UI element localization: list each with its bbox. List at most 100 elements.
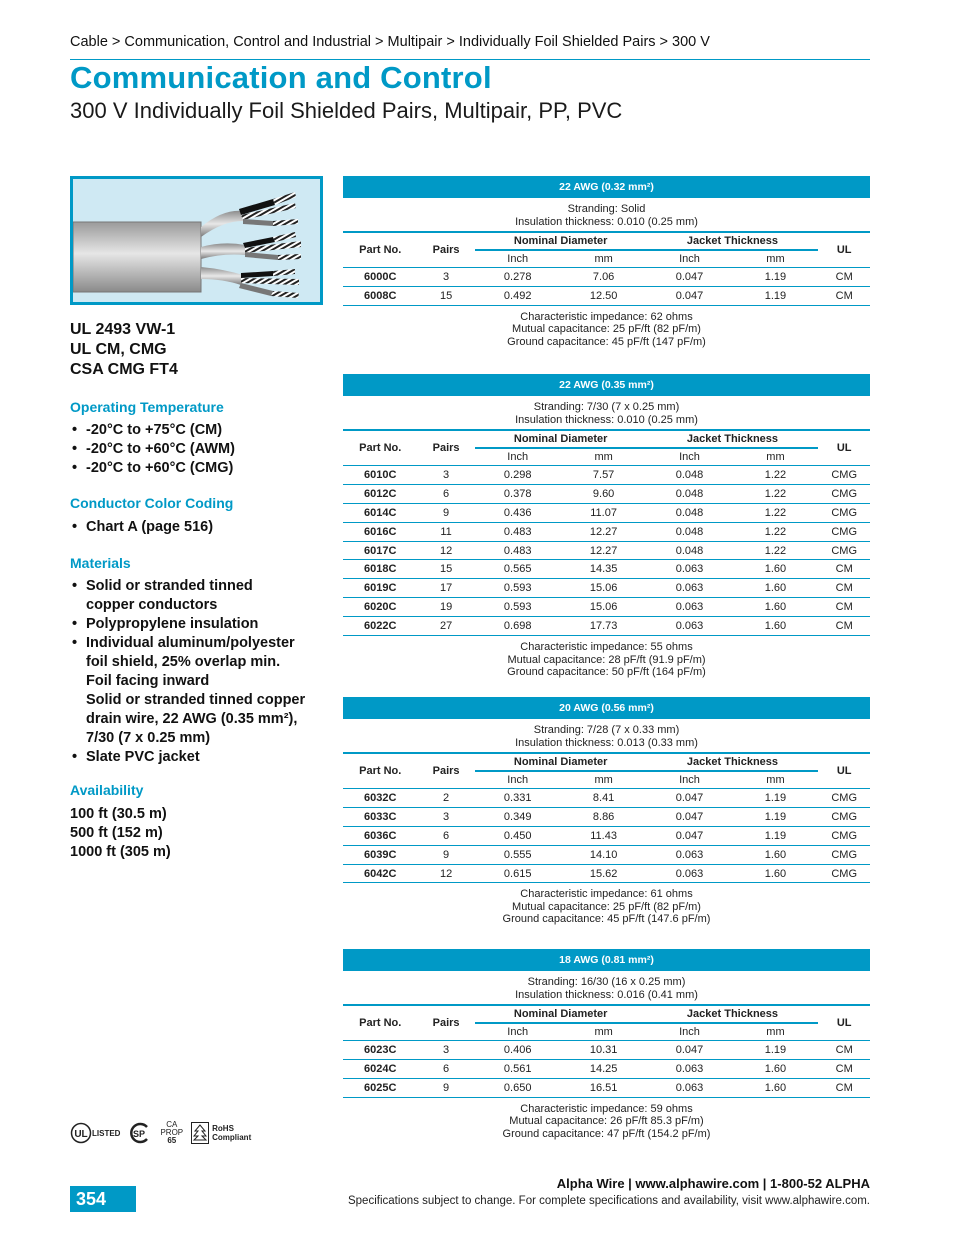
col-header-part-no: Part No. bbox=[343, 1004, 418, 1041]
table-row: 6008C 15 0.492 12.50 0.047 1.19 CM bbox=[343, 286, 870, 306]
cell-jacket-mm: 1.19 bbox=[732, 826, 819, 846]
cell-jacket-inch: 0.047 bbox=[646, 826, 733, 846]
cell-diameter-inch: 0.331 bbox=[474, 788, 561, 808]
spec-table: Part No. Pairs Nominal Diameter Jacket Thic… bbox=[343, 429, 870, 637]
rohs-line: Compliant bbox=[212, 1133, 252, 1142]
table-row: 6000C 3 0.278 7.06 0.047 1.19 CM bbox=[343, 267, 870, 287]
svg-text:UL: UL bbox=[74, 1129, 87, 1140]
cell-diameter-inch: 0.492 bbox=[474, 286, 561, 306]
cell-diameter-mm: 9.60 bbox=[560, 484, 647, 504]
spec-table-block: 20 AWG (0.56 mm²) Stranding: 7/28 (7 x 0.… bbox=[343, 697, 870, 926]
cell-jacket-mm: 1.22 bbox=[732, 541, 819, 561]
rohs-line: RoHS bbox=[212, 1124, 234, 1133]
list-item: -20°C to +75°C (CM) bbox=[70, 421, 335, 440]
cell-diameter-mm: 15.06 bbox=[560, 597, 647, 618]
cell-jacket-mm: 1.60 bbox=[732, 1059, 819, 1079]
cell-part-no: 6019C bbox=[343, 578, 418, 599]
availability-item: 100 ft (30.5 m) bbox=[70, 806, 167, 822]
csa-icon: SP bbox=[130, 1122, 149, 1144]
page-number: 354 bbox=[70, 1186, 136, 1212]
table-row: 6017C 12 0.483 12.27 0.048 1.22 CMG bbox=[343, 541, 870, 561]
cell-diameter-mm: 11.07 bbox=[560, 503, 647, 523]
cell-diameter-inch: 0.406 bbox=[474, 1040, 561, 1060]
cell-part-no: 6018C bbox=[343, 559, 418, 580]
cell-ul-rating: CM bbox=[818, 1059, 870, 1079]
cell-jacket-mm: 1.22 bbox=[732, 484, 819, 504]
col-subheader-mm: mm bbox=[732, 250, 819, 268]
col-subheader-mm: mm bbox=[732, 771, 819, 789]
cell-part-no: 6016C bbox=[343, 522, 418, 542]
cell-pairs: 3 bbox=[417, 1040, 475, 1060]
cell-diameter-inch: 0.593 bbox=[474, 597, 561, 618]
page-title: Communication and Control bbox=[70, 60, 492, 95]
cell-pairs: 15 bbox=[417, 286, 475, 306]
cable-product-image bbox=[70, 176, 323, 305]
electrical-note: Characteristic impedance: 59 ohms bbox=[520, 1102, 693, 1115]
col-header-nominal-diameter: Nominal Diameter bbox=[474, 429, 647, 449]
cell-diameter-mm: 14.25 bbox=[560, 1059, 647, 1079]
cell-diameter-inch: 0.483 bbox=[474, 541, 561, 561]
stranding-text: Stranding: 7/28 (7 x 0.33 mm) bbox=[533, 724, 680, 736]
cell-jacket-inch: 0.063 bbox=[646, 597, 733, 618]
insulation-text: Insulation thickness: 0.016 (0.41 mm) bbox=[515, 988, 698, 1001]
col-header-jacket-thickness: Jacket Thickness bbox=[646, 752, 819, 772]
table-row: 6033C 3 0.349 8.86 0.047 1.19 CMG bbox=[343, 807, 870, 827]
operating-temperature-heading: Operating Temperature bbox=[70, 399, 224, 415]
cell-jacket-mm: 1.19 bbox=[732, 286, 819, 306]
cell-jacket-inch: 0.063 bbox=[646, 578, 733, 599]
table-row: 6022C 27 0.698 17.73 0.063 1.60 CM bbox=[343, 616, 870, 637]
cell-ul-rating: CMG bbox=[818, 826, 870, 846]
cell-pairs: 12 bbox=[417, 864, 475, 884]
cell-pairs: 15 bbox=[417, 559, 475, 580]
stranding-text: Stranding: 7/30 (7 x 0.25 mm) bbox=[533, 401, 680, 413]
electrical-note: Ground capacitance: 47 pF/ft (154.2 pF/m… bbox=[502, 1127, 711, 1140]
cell-pairs: 27 bbox=[417, 616, 475, 637]
list-item: Individual aluminum/polyester bbox=[70, 634, 335, 653]
certification-item: CSA CMG FT4 bbox=[70, 361, 178, 378]
cell-pairs: 19 bbox=[417, 597, 475, 618]
certification-logos: UL LISTED SP CA PROP 65 RoHS Compliant bbox=[70, 1118, 251, 1148]
electrical-note: Characteristic impedance: 61 ohms bbox=[520, 888, 693, 901]
cell-ul-rating: CM bbox=[818, 578, 870, 599]
cell-jacket-mm: 1.60 bbox=[732, 597, 819, 618]
cell-part-no: 6010C bbox=[343, 465, 418, 485]
cell-diameter-mm: 8.41 bbox=[560, 788, 647, 808]
list-item: foil shield, 25% overlap min. bbox=[86, 654, 281, 670]
list-item: Foil facing inward bbox=[86, 673, 210, 689]
cell-pairs: 9 bbox=[417, 503, 475, 523]
col-subheader-inch: Inch bbox=[474, 448, 561, 466]
electrical-note: Ground capacitance: 45 pF/ft (147.6 pF/m… bbox=[502, 913, 711, 926]
cell-pairs: 9 bbox=[417, 845, 475, 865]
list-item: -20°C to +60°C (AWM) bbox=[70, 440, 335, 459]
list-item: -20°C to +60°C (CMG) bbox=[70, 459, 335, 478]
cell-jacket-inch: 0.063 bbox=[646, 845, 733, 865]
electrical-note: Ground capacitance: 50 pF/ft (164 pF/m) bbox=[507, 666, 706, 679]
electrical-note: Mutual capacitance: 25 pF/ft (82 pF/m) bbox=[512, 900, 701, 913]
insulation-text: Insulation thickness: 0.010 (0.25 mm) bbox=[515, 215, 698, 228]
list-item: 7/30 (7 x 0.25 mm) bbox=[86, 730, 211, 746]
color-coding-list: Chart A (page 516) bbox=[70, 518, 335, 537]
col-header-jacket-thickness: Jacket Thickness bbox=[646, 1004, 819, 1024]
cell-part-no: 6014C bbox=[343, 503, 418, 523]
col-header-part-no: Part No. bbox=[343, 429, 418, 466]
spec-table-block: 22 AWG (0.32 mm²) Stranding: Solid Insulat… bbox=[343, 176, 870, 348]
certification-item: UL 2493 VW-1 bbox=[70, 321, 176, 338]
rohs-logo: RoHS Compliant bbox=[191, 1122, 251, 1144]
cell-part-no: 6020C bbox=[343, 597, 418, 618]
cell-diameter-inch: 0.378 bbox=[474, 484, 561, 504]
cell-diameter-inch: 0.450 bbox=[474, 826, 561, 846]
breadcrumb: Cable > Communication, Control and Indus… bbox=[70, 34, 710, 50]
cell-ul-rating: CM bbox=[818, 1040, 870, 1060]
table-notes: Characteristic impedance: 61 ohms Mutual … bbox=[343, 883, 870, 926]
spec-table: Part No. Pairs Nominal Diameter Jacket Thic… bbox=[343, 1004, 870, 1098]
table-spec: Stranding: 16/30 (16 x 0.25 mm) Insulatio… bbox=[343, 971, 870, 1004]
col-subheader-mm: mm bbox=[560, 1023, 647, 1041]
availability-item: 500 ft (152 m) bbox=[70, 825, 163, 841]
cell-diameter-mm: 12.27 bbox=[560, 541, 647, 561]
cell-part-no: 6024C bbox=[343, 1059, 418, 1079]
insulation-text: Insulation thickness: 0.010 (0.25 mm) bbox=[515, 413, 698, 426]
col-header-nominal-diameter: Nominal Diameter bbox=[474, 231, 647, 251]
cell-diameter-inch: 0.436 bbox=[474, 503, 561, 523]
ul-listed-text: LISTED bbox=[92, 1128, 121, 1138]
prop65-line: 65 bbox=[167, 1136, 177, 1145]
